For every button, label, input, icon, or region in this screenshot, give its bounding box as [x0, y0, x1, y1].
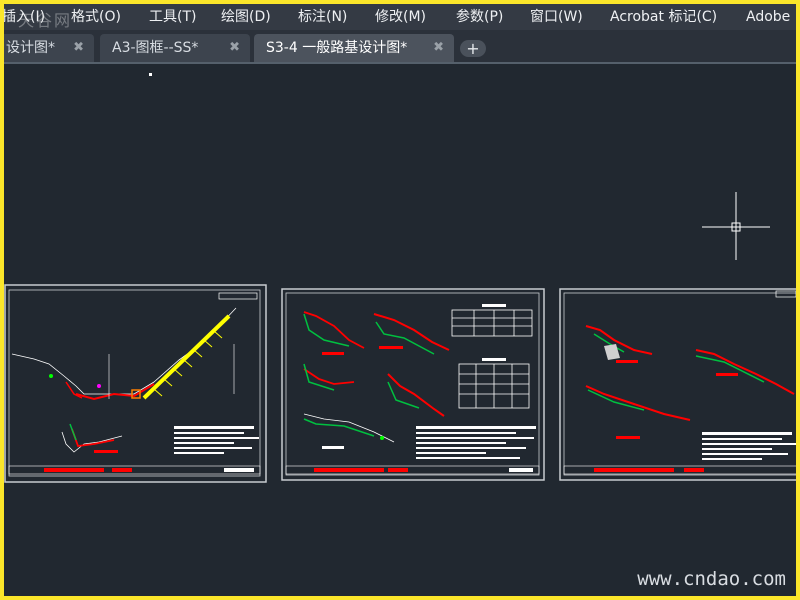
- drawing-sheet-1[interactable]: [4, 284, 267, 483]
- tab-design-drawing[interactable]: 设计图* ✖: [4, 34, 94, 62]
- plus-icon[interactable]: +: [460, 40, 486, 57]
- menu-bar: 插入(I) 格式(O) 工具(T) 绘图(D) 标注(N) 修改(M) 参数(P…: [4, 4, 796, 30]
- menu-parameters[interactable]: 参数(P): [456, 8, 503, 26]
- close-icon[interactable]: ✖: [433, 34, 444, 62]
- menu-draw[interactable]: 绘图(D): [221, 8, 271, 26]
- menu-tools[interactable]: 工具(T): [149, 8, 196, 26]
- drawing-sheet-3[interactable]: [559, 288, 796, 481]
- tab-label: A3-图框--SS*: [112, 40, 199, 56]
- tab-a3-frame[interactable]: A3-图框--SS* ✖: [100, 34, 250, 62]
- menu-adobe[interactable]: Adobe: [746, 8, 790, 26]
- drawing-canvas[interactable]: [4, 64, 796, 596]
- stray-point: [149, 73, 152, 76]
- tab-label: S3-4 一般路基设计图*: [266, 40, 408, 56]
- tab-s3-4-subgrade-design[interactable]: S3-4 一般路基设计图* ✖: [254, 34, 454, 62]
- menu-window[interactable]: 窗口(W): [530, 8, 583, 26]
- menu-acrobat-markup[interactable]: Acrobat 标记(C): [610, 8, 717, 26]
- watermark-url: www.cndao.com: [637, 568, 786, 590]
- crosshair-cursor-icon: [702, 192, 770, 260]
- tab-label: 设计图*: [6, 40, 55, 56]
- menu-format[interactable]: 格式(O): [71, 8, 121, 26]
- app-window: 插入(I) 格式(O) 工具(T) 绘图(D) 标注(N) 修改(M) 参数(P…: [0, 0, 800, 600]
- menu-modify[interactable]: 修改(M): [375, 8, 426, 26]
- menu-dimension[interactable]: 标注(N): [298, 8, 347, 26]
- drawing-sheet-2[interactable]: [281, 288, 545, 481]
- menu-insert[interactable]: 插入(I): [4, 8, 45, 26]
- close-icon[interactable]: ✖: [73, 34, 84, 62]
- close-icon[interactable]: ✖: [229, 34, 240, 62]
